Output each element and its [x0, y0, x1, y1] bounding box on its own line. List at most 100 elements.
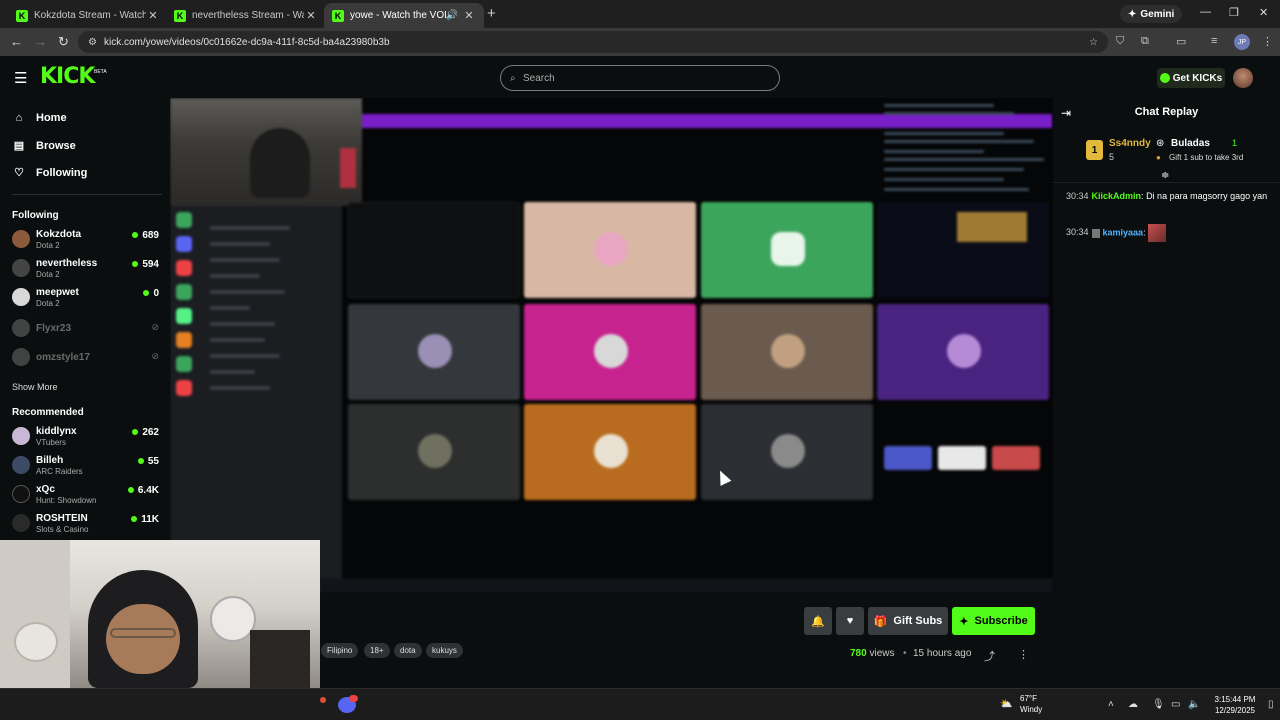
nav-label: Following — [36, 166, 88, 179]
streamer-webcam-overlay — [170, 98, 362, 206]
recommended-channel-kiddlynx[interactable]: kiddlynx VTubers 262 — [12, 424, 162, 450]
expand-leaderboard-icon[interactable]: ≑ — [1161, 170, 1169, 181]
tag-18plus[interactable]: 18+ — [364, 643, 390, 658]
site-info-icon[interactable]: ⚙ — [88, 37, 97, 48]
show-more-button[interactable]: Show More — [12, 382, 58, 392]
system-clock[interactable]: 3:15:44 PM 12/29/2025 — [1205, 694, 1265, 716]
app-taskbar-icon[interactable] — [320, 697, 326, 703]
tray-chevron-icon[interactable]: ˄ — [1108, 699, 1114, 710]
top-gifter-name[interactable]: Ss4nndy — [1109, 138, 1151, 149]
cast-icon[interactable]: ▭ — [1176, 35, 1186, 48]
channel-name: Billeh — [36, 455, 64, 466]
menu-kebab-icon[interactable]: ⋮ — [1262, 35, 1273, 48]
following-channel-meepwet[interactable]: meepwet Dota 2 0 — [12, 285, 162, 311]
subscribe-button[interactable]: ✦ Subscribe — [952, 607, 1035, 635]
channel-category: Dota 2 — [36, 270, 60, 279]
close-window-icon[interactable]: ✕ — [1259, 6, 1268, 19]
back-icon[interactable]: ← — [10, 34, 23, 49]
minimize-icon[interactable]: — — [1200, 6, 1211, 18]
avatar — [12, 288, 30, 306]
microphone-icon[interactable]: 🎙 — [1152, 699, 1165, 710]
notification-center-icon[interactable]: ▯ — [1268, 699, 1274, 710]
channel-name: kiddlynx — [36, 426, 77, 437]
browser-tab-yowe[interactable]: K yowe - Watch the VOD on K 🔊 ✕ — [324, 3, 484, 28]
hamburger-menu-icon[interactable]: ☰ — [14, 69, 27, 87]
speaker-icon[interactable]: 🔊 — [446, 10, 458, 21]
offline-icon: ⊘ — [151, 351, 159, 361]
following-channel-omzstyle17[interactable]: omzstyle17 ⊘ — [12, 345, 162, 371]
gemini-button[interactable]: ✦ Gemini — [1120, 5, 1183, 23]
gift-subs-button[interactable]: 🎁 Gift Subs — [868, 607, 948, 635]
tag-dota[interactable]: dota — [394, 643, 422, 658]
browser-tab-nevertheless[interactable]: K nevertheless Stream - Watch Liv ✕ — [166, 3, 326, 28]
browse-icon: ▤ — [13, 140, 25, 152]
browser-profile-avatar[interactable]: JP — [1234, 34, 1250, 50]
recommended-channel-xqc[interactable]: xQc Hunt: Showdown 6.4K — [12, 482, 162, 508]
reload-icon[interactable]: ↻ — [58, 34, 69, 50]
volume-icon[interactable]: 🔈 — [1188, 699, 1200, 710]
share-icon[interactable]: ⤴ — [984, 648, 995, 664]
sparkle-icon: ✦ — [1128, 8, 1137, 20]
shield-extension-icon[interactable]: ⛉ — [1116, 35, 1124, 48]
video-player[interactable] — [170, 98, 1053, 593]
subscribe-label: Subscribe — [974, 615, 1028, 627]
notification-bell-button[interactable]: 🔔 — [804, 607, 832, 635]
network-icon[interactable]: ▭ — [1171, 699, 1180, 710]
nav-browse[interactable]: ▤ Browse — [12, 139, 76, 153]
viewer-count: 11K — [131, 514, 159, 525]
temperature: 67°F — [1020, 694, 1037, 703]
kick-favicon-icon: K — [174, 9, 186, 22]
emote-image — [1148, 224, 1167, 242]
close-tab-icon[interactable]: ✕ — [304, 9, 318, 22]
message-time: 30:34 — [1066, 191, 1089, 201]
meta-separator: • — [903, 648, 907, 659]
close-tab-icon[interactable]: ✕ — [462, 9, 476, 22]
following-channel-nevertheless[interactable]: nevertheless Dota 2 594 — [12, 256, 162, 282]
following-channel-kokzdota[interactable]: Kokzdota Dota 2 689 — [12, 227, 162, 253]
recommended-channel-roshtein[interactable]: ROSHTEIN Slots & Casino 11K — [12, 511, 162, 537]
follow-heart-button[interactable]: ♥ — [836, 607, 864, 635]
extensions-icon[interactable]: ⧉ — [1141, 35, 1149, 48]
recommended-channel-billeh[interactable]: Billeh ARC Raiders 55 — [12, 453, 162, 479]
close-tab-icon[interactable]: ✕ — [146, 9, 160, 22]
maximize-icon[interactable]: ❐ — [1229, 6, 1239, 19]
sidebar: ⌂ Home ▤ Browse ♡ Following Following Ko… — [0, 98, 170, 540]
user-avatar[interactable] — [1233, 68, 1253, 88]
browser-tab-kokzdota[interactable]: K Kokzdota Stream - Watch Live o ✕ — [8, 3, 168, 28]
call-tile — [701, 404, 873, 500]
offline-icon: ⊘ — [151, 322, 159, 332]
nav-home[interactable]: ⌂ Home — [12, 112, 67, 124]
channel-name: Kokzdota — [36, 229, 81, 240]
weather-widget[interactable]: 67°F Windy — [1020, 693, 1042, 715]
following-header: Following — [12, 210, 59, 221]
viewer-count: 6.4K — [128, 485, 159, 496]
viewer-count: 55 — [138, 456, 159, 467]
avatar — [12, 514, 30, 532]
more-options-icon[interactable]: ⋮ — [1018, 648, 1029, 661]
heart-icon: ♥ — [846, 615, 854, 627]
search-input[interactable]: ⌕ Search — [500, 65, 780, 91]
second-gifter-name[interactable]: Buladas — [1171, 138, 1210, 149]
message-time: 30:34 — [1066, 227, 1089, 238]
following-channel-flyxr23[interactable]: Flyxr23 ⊘ — [12, 316, 162, 342]
address-bar[interactable]: ⚙ kick.com/yowe/videos/0c01662e-dc9a-411… — [78, 31, 1108, 53]
video-age: 15 hours ago — [913, 648, 972, 659]
message-user[interactable]: kamiyaaa — [1103, 227, 1144, 237]
call-tile — [348, 404, 520, 500]
new-tab-button[interactable]: + — [487, 5, 496, 22]
get-kicks-button[interactable]: Get KICKs — [1157, 68, 1225, 88]
windows-taskbar: ⛅ 67°F Windy ˄ ☁ 🎙 ▭ 🔈 3:15:44 PM 12/29/… — [0, 688, 1280, 720]
message-user[interactable]: KiickAdmin — [1092, 191, 1142, 201]
bell-icon: 🔔 — [811, 615, 825, 628]
avatar — [12, 427, 30, 445]
second-gifter-count: 1 — [1232, 138, 1238, 148]
tag-filipino[interactable]: Filipino — [321, 643, 359, 658]
bookmark-star-icon[interactable]: ☆ — [1089, 37, 1098, 48]
tag-kukuys[interactable]: kukuys — [426, 643, 463, 658]
nav-following[interactable]: ♡ Following — [12, 166, 88, 180]
media-control-icon[interactable]: ≡ — [1211, 35, 1217, 47]
onedrive-icon[interactable]: ☁ — [1128, 699, 1138, 710]
kick-logo[interactable]: KICK — [40, 64, 95, 89]
divider — [1053, 182, 1280, 183]
forward-icon[interactable]: → — [34, 34, 47, 49]
